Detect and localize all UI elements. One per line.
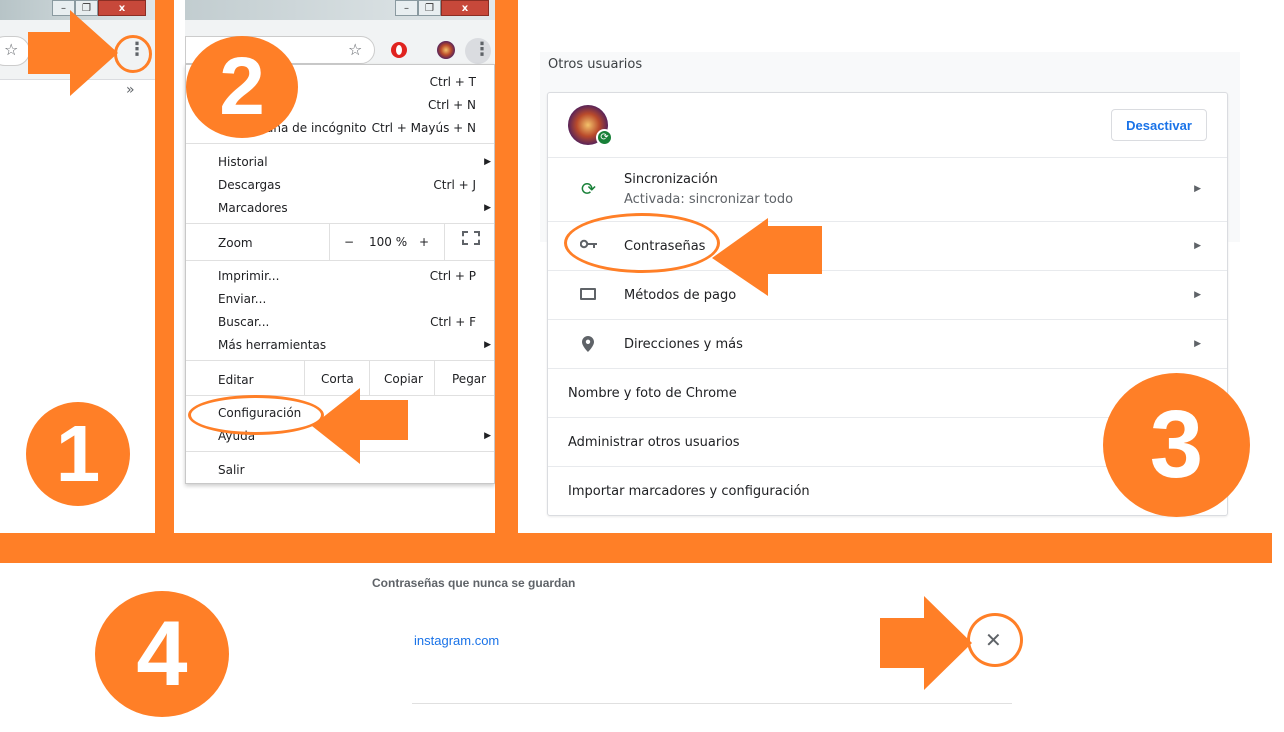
profile-avatar[interactable] xyxy=(437,41,455,59)
highlight-ring xyxy=(564,213,720,273)
edit-separator xyxy=(304,361,305,395)
menu-item-bookmarks[interactable]: Marcadores xyxy=(218,201,288,215)
sync-status: Activada: sincronizar todo xyxy=(624,192,794,207)
zoom-in-button[interactable]: + xyxy=(419,235,429,249)
new-tab-shortcut: Ctrl + T xyxy=(429,75,476,89)
print-shortcut: Ctrl + P xyxy=(429,269,476,283)
menu-item-print[interactable]: Imprimir... xyxy=(218,269,279,283)
copy-button[interactable]: Copiar xyxy=(384,372,423,386)
submenu-arrow-icon: ▶ xyxy=(484,157,491,167)
menu-separator xyxy=(186,223,494,224)
minimize-button[interactable]: – xyxy=(395,0,418,16)
highlight-ring xyxy=(188,395,324,435)
menu-item-zoom: Zoom xyxy=(218,236,253,250)
menu-item-edit: Editar xyxy=(218,373,254,387)
never-saved-site-link[interactable]: instagram.com xyxy=(414,633,499,648)
chevron-right-icon: ▶ xyxy=(1194,339,1201,349)
bookmarks-overflow-icon[interactable]: » xyxy=(126,82,135,98)
submenu-arrow-icon: ▶ xyxy=(484,431,491,441)
divider xyxy=(0,533,1272,563)
row-separator xyxy=(548,157,1227,158)
menu-item-downloads[interactable]: Descargas xyxy=(218,178,281,192)
step-2-badge: 2 xyxy=(186,36,298,138)
step-1-badge: 1 xyxy=(26,402,130,506)
menu-item-more-tools[interactable]: Más herramientas xyxy=(218,338,326,352)
location-pin-icon xyxy=(582,336,594,352)
extension-opera-icon[interactable] xyxy=(391,42,407,58)
menu-item-find[interactable]: Buscar... xyxy=(218,315,269,329)
sync-label[interactable]: Sincronización xyxy=(624,172,718,187)
row-separator xyxy=(548,368,1227,369)
chrome-name-photo-item[interactable]: Nombre y foto de Chrome xyxy=(568,386,737,401)
divider xyxy=(495,0,518,545)
close-button[interactable]: x xyxy=(441,0,489,16)
zoom-separator xyxy=(444,224,445,260)
manage-users-item[interactable]: Administrar otros usuarios xyxy=(568,435,740,450)
downloads-shortcut: Ctrl + J xyxy=(433,178,476,192)
fullscreen-icon[interactable] xyxy=(462,231,480,245)
menu-separator xyxy=(186,143,494,144)
addresses-item[interactable]: Direcciones y más xyxy=(624,337,743,352)
zoom-level: 100 % xyxy=(369,235,408,249)
deactivate-button[interactable]: Desactivar xyxy=(1111,109,1207,141)
zoom-out-button[interactable]: − xyxy=(344,235,354,249)
restore-button[interactable]: ❐ xyxy=(418,0,441,16)
cut-button[interactable]: Corta xyxy=(321,372,354,386)
section-title: Otros usuarios xyxy=(548,57,643,72)
find-shortcut: Ctrl + F xyxy=(430,315,476,329)
step-3-badge: 3 xyxy=(1103,373,1250,517)
arrow-right-icon xyxy=(880,596,972,690)
new-window-shortcut: Ctrl + N xyxy=(427,98,476,112)
submenu-arrow-icon: ▶ xyxy=(484,340,491,350)
menu-separator xyxy=(186,260,494,261)
menu-item-exit[interactable]: Salir xyxy=(218,463,245,477)
edit-separator xyxy=(434,361,435,395)
sync-badge-icon: ⟳ xyxy=(596,129,613,146)
zoom-separator xyxy=(329,224,330,260)
submenu-arrow-icon: ▶ xyxy=(484,203,491,213)
divider xyxy=(155,0,174,545)
step-4-badge: 4 xyxy=(95,591,229,717)
arrow-right-icon xyxy=(28,10,118,96)
import-item[interactable]: Importar marcadores y configuración xyxy=(568,484,810,499)
bookmark-star-icon[interactable]: ☆ xyxy=(348,42,362,58)
menu-separator xyxy=(186,360,494,361)
sync-icon: ⟳ xyxy=(581,179,597,200)
chevron-right-icon: ▶ xyxy=(1194,290,1201,300)
menu-item-cast[interactable]: Enviar... xyxy=(218,292,266,306)
highlight-ring xyxy=(967,613,1023,667)
row-separator xyxy=(548,319,1227,320)
bookmark-star-icon[interactable]: ☆ xyxy=(4,42,18,58)
menu-item-history[interactable]: Historial xyxy=(218,155,268,169)
chevron-right-icon: ▶ xyxy=(1194,241,1201,251)
row-separator xyxy=(412,703,1012,704)
menu-kebab-icon[interactable]: ⋮ xyxy=(473,41,491,59)
paste-button[interactable]: Pegar xyxy=(452,372,486,386)
arrow-left-icon xyxy=(312,388,408,464)
chevron-right-icon: ▶ xyxy=(1194,184,1201,194)
arrow-left-icon xyxy=(712,218,822,296)
panel2-window-controls: – ❐ x xyxy=(395,0,495,16)
never-saved-title: Contraseñas que nunca se guardan xyxy=(372,576,576,590)
incognito-shortcut: Ctrl + Mayús + N xyxy=(371,121,476,135)
credit-card-icon xyxy=(580,288,596,300)
